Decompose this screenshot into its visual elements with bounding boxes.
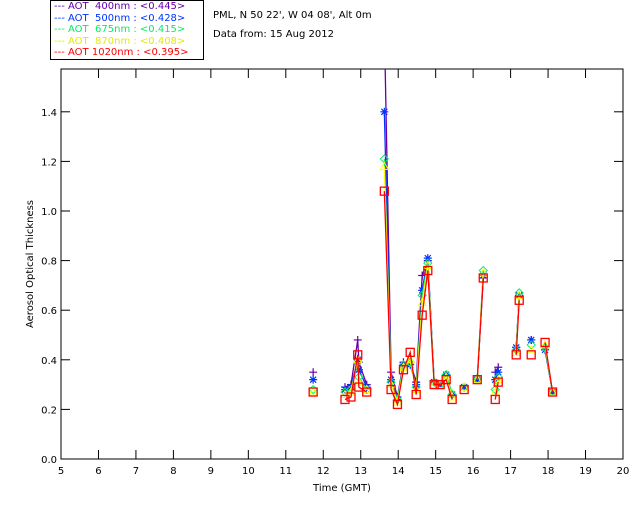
y-tick-label: 1.2 — [41, 157, 57, 168]
y-tick-label: 0.8 — [41, 257, 57, 268]
x-tick-label: 7 — [133, 466, 139, 477]
x-tick-label: 6 — [95, 466, 101, 477]
x-tick-label: 9 — [208, 466, 214, 477]
x-tick-label: 14 — [392, 466, 405, 477]
y-tick-label: 0.6 — [41, 306, 57, 317]
plot: 5 6 7 8 9 10 11 12 13 14 15 16 17 18 19 20 0.0 0.2 0.4 0.6 0… — [25, 21, 630, 494]
y-axis-label: Aerosol Optical Thickness — [25, 200, 36, 328]
data-point — [380, 21, 388, 29]
y-tick-label: 1.0 — [41, 207, 57, 218]
x-tick-label: 17 — [504, 466, 517, 477]
y-tick-label: 1.4 — [41, 108, 57, 119]
x-tick-label: 8 — [170, 466, 176, 477]
plot-frame — [60, 68, 624, 460]
data-point — [380, 107, 389, 116]
data-point — [526, 350, 536, 360]
data-point — [527, 335, 536, 344]
y-tick-label: 0.4 — [41, 356, 57, 367]
series-line — [384, 69, 453, 398]
data-point — [353, 335, 362, 344]
x-axis-label: Time (GMT) — [312, 483, 371, 494]
x-tick-label: 16 — [467, 466, 480, 477]
data-point — [309, 375, 318, 384]
x-tick-label: 19 — [579, 466, 592, 477]
data-point — [309, 368, 318, 377]
x-tick-label: 5 — [58, 466, 64, 477]
x-tick-label: 13 — [354, 466, 367, 477]
series-line — [476, 277, 484, 380]
x-tick-label: 12 — [317, 466, 330, 477]
x-tick-label: 20 — [617, 466, 630, 477]
y-tick-label: 0.2 — [41, 405, 57, 416]
x-tick-label: 10 — [242, 466, 255, 477]
x-tick-label: 15 — [429, 466, 442, 477]
chart-window: --- AOT 400nm : <0.445> --- AOT 500nm : … — [0, 0, 640, 512]
x-tick-label: 11 — [279, 466, 292, 477]
y-tick-label: 0.0 — [41, 455, 57, 466]
x-tick-label: 18 — [542, 466, 555, 477]
